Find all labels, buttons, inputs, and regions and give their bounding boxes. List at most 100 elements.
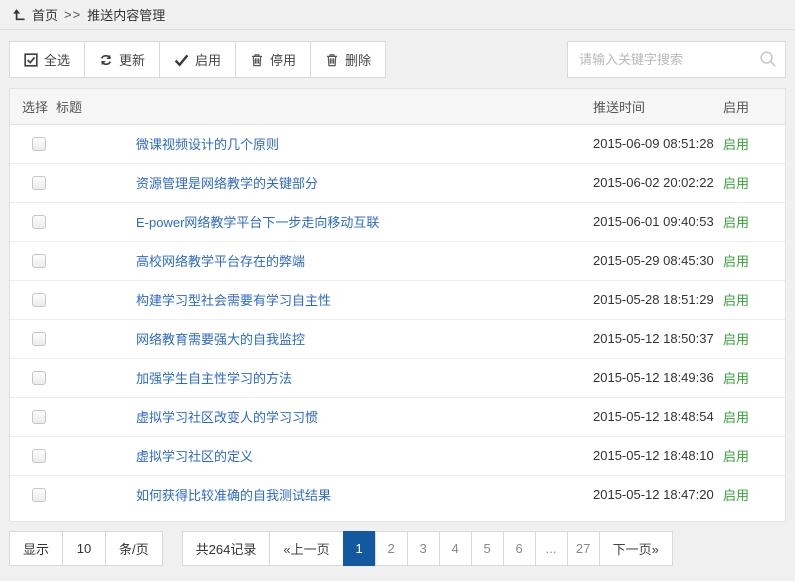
row-status-link[interactable]: 启用: [723, 137, 749, 152]
action-button-group: 全选 更新 启用: [9, 41, 386, 78]
next-page-button[interactable]: 下一页»: [599, 531, 673, 566]
table-row: 网络教育需要强大的自我监控 2015-05-12 18:50:37 启用: [10, 319, 785, 358]
table-row: 资源管理是网络教学的关键部分 2015-06-02 20:02:22 启用: [10, 163, 785, 202]
row-status-cell: 启用: [723, 280, 785, 319]
row-status-link[interactable]: 启用: [723, 488, 749, 503]
trash-icon: [250, 53, 264, 67]
row-select-cell: [10, 319, 52, 358]
page-number-button[interactable]: ...: [535, 531, 568, 566]
row-status-link[interactable]: 启用: [723, 215, 749, 230]
row-title-link[interactable]: 资源管理是网络教学的关键部分: [136, 176, 318, 191]
row-title-cell: 网络教育需要强大的自我监控: [52, 319, 593, 358]
row-checkbox[interactable]: [32, 371, 46, 385]
check-icon: [174, 53, 189, 67]
page-number-button[interactable]: 6: [503, 531, 536, 566]
row-title-cell: 资源管理是网络教学的关键部分: [52, 163, 593, 202]
row-push-time: 2015-05-12 18:48:54: [593, 397, 723, 436]
row-status-cell: 启用: [723, 241, 785, 280]
row-push-time: 2015-05-12 18:48:10: [593, 436, 723, 475]
disable-label: 停用: [270, 50, 296, 69]
header-push-time: 推送时间: [593, 89, 723, 124]
row-checkbox[interactable]: [32, 215, 46, 229]
row-select-cell: [10, 475, 52, 514]
row-push-time: 2015-06-01 09:40:53: [593, 202, 723, 241]
checked-box-icon: [24, 53, 38, 67]
search-box: [567, 41, 786, 78]
breadcrumb-home-link[interactable]: 首页: [32, 5, 58, 24]
row-checkbox[interactable]: [32, 332, 46, 346]
row-checkbox[interactable]: [32, 293, 46, 307]
row-title-link[interactable]: 虚拟学习社区的定义: [136, 449, 253, 464]
row-title-link[interactable]: 如何获得比较准确的自我测试结果: [136, 488, 331, 503]
row-push-time: 2015-05-12 18:47:20: [593, 475, 723, 514]
row-title-link[interactable]: 网络教育需要强大的自我监控: [136, 332, 305, 347]
page-number-button[interactable]: 1: [343, 531, 376, 566]
row-title-cell: 如何获得比较准确的自我测试结果: [52, 475, 593, 514]
header-title: 标题: [52, 89, 593, 124]
breadcrumb-separator: >>: [64, 7, 81, 22]
row-title-link[interactable]: 构建学习型社会需要有学习自主性: [136, 293, 331, 308]
row-title-link[interactable]: 加强学生自主性学习的方法: [136, 371, 292, 386]
row-checkbox[interactable]: [32, 176, 46, 190]
row-status-link[interactable]: 启用: [723, 410, 749, 425]
row-title-cell: 微课视频设计的几个原则: [52, 124, 593, 163]
page-size-group: 显示 10 条/页: [9, 531, 163, 566]
page-number-button[interactable]: 2: [375, 531, 408, 566]
search-input[interactable]: [567, 41, 786, 78]
row-status-cell: 启用: [723, 202, 785, 241]
table-row: 高校网络教学平台存在的弊端 2015-05-29 08:45:30 启用: [10, 241, 785, 280]
per-page-label: 条/页: [105, 531, 163, 566]
row-status-cell: 启用: [723, 163, 785, 202]
content-table: 选择 标题 推送时间 启用 微课视频设计的几个原则 2015-06-09 08:…: [10, 89, 785, 514]
row-status-cell: 启用: [723, 397, 785, 436]
update-button[interactable]: 更新: [84, 41, 160, 78]
row-status-link[interactable]: 启用: [723, 371, 749, 386]
row-status-link[interactable]: 启用: [723, 293, 749, 308]
row-title-cell: 构建学习型社会需要有学习自主性: [52, 280, 593, 319]
row-status-link[interactable]: 启用: [723, 176, 749, 191]
prev-page-button[interactable]: «上一页: [269, 531, 343, 566]
search-icon[interactable]: [759, 50, 777, 71]
total-records-label: 共264记录: [182, 531, 271, 566]
select-all-button[interactable]: 全选: [9, 41, 85, 78]
table-body: 微课视频设计的几个原则 2015-06-09 08:51:28 启用 资源管理是…: [10, 124, 785, 514]
breadcrumb: 首页 >> 推送内容管理: [0, 0, 795, 30]
disable-button[interactable]: 停用: [235, 41, 311, 78]
row-checkbox[interactable]: [32, 488, 46, 502]
row-title-cell: 加强学生自主性学习的方法: [52, 358, 593, 397]
row-checkbox[interactable]: [32, 449, 46, 463]
row-status-link[interactable]: 启用: [723, 332, 749, 347]
row-select-cell: [10, 436, 52, 475]
refresh-icon: [99, 53, 113, 67]
table-row: 微课视频设计的几个原则 2015-06-09 08:51:28 启用: [10, 124, 785, 163]
row-title-link[interactable]: 微课视频设计的几个原则: [136, 137, 279, 152]
table-row: 虚拟学习社区的定义 2015-05-12 18:48:10 启用: [10, 436, 785, 475]
row-push-time: 2015-05-28 18:51:29: [593, 280, 723, 319]
page-number-button[interactable]: 4: [439, 531, 472, 566]
row-status-link[interactable]: 启用: [723, 449, 749, 464]
row-title-cell: 虚拟学习社区改变人的学习习惯: [52, 397, 593, 436]
page-number-button[interactable]: 27: [567, 531, 600, 566]
row-select-cell: [10, 124, 52, 163]
content-table-panel: 选择 标题 推送时间 启用 微课视频设计的几个原则 2015-06-09 08:…: [9, 88, 786, 522]
page-number-button[interactable]: 3: [407, 531, 440, 566]
row-checkbox[interactable]: [32, 254, 46, 268]
header-enable: 启用: [723, 89, 785, 124]
row-checkbox[interactable]: [32, 137, 46, 151]
page-size-select[interactable]: 10: [62, 531, 106, 566]
row-title-link[interactable]: 虚拟学习社区改变人的学习习惯: [136, 410, 318, 425]
row-select-cell: [10, 202, 52, 241]
row-title-link[interactable]: 高校网络教学平台存在的弊端: [136, 254, 305, 269]
row-title-cell: 高校网络教学平台存在的弊端: [52, 241, 593, 280]
delete-button[interactable]: 删除: [310, 41, 386, 78]
return-arrow-icon: [12, 8, 32, 22]
table-header-row: 选择 标题 推送时间 启用: [10, 89, 785, 124]
update-label: 更新: [119, 50, 145, 69]
row-status-cell: 启用: [723, 475, 785, 514]
row-status-link[interactable]: 启用: [723, 254, 749, 269]
table-row: 构建学习型社会需要有学习自主性 2015-05-28 18:51:29 启用: [10, 280, 785, 319]
row-checkbox[interactable]: [32, 410, 46, 424]
page-number-button[interactable]: 5: [471, 531, 504, 566]
row-title-link[interactable]: E-power网络教学平台下一步走向移动互联: [136, 215, 379, 230]
enable-button[interactable]: 启用: [159, 41, 236, 78]
